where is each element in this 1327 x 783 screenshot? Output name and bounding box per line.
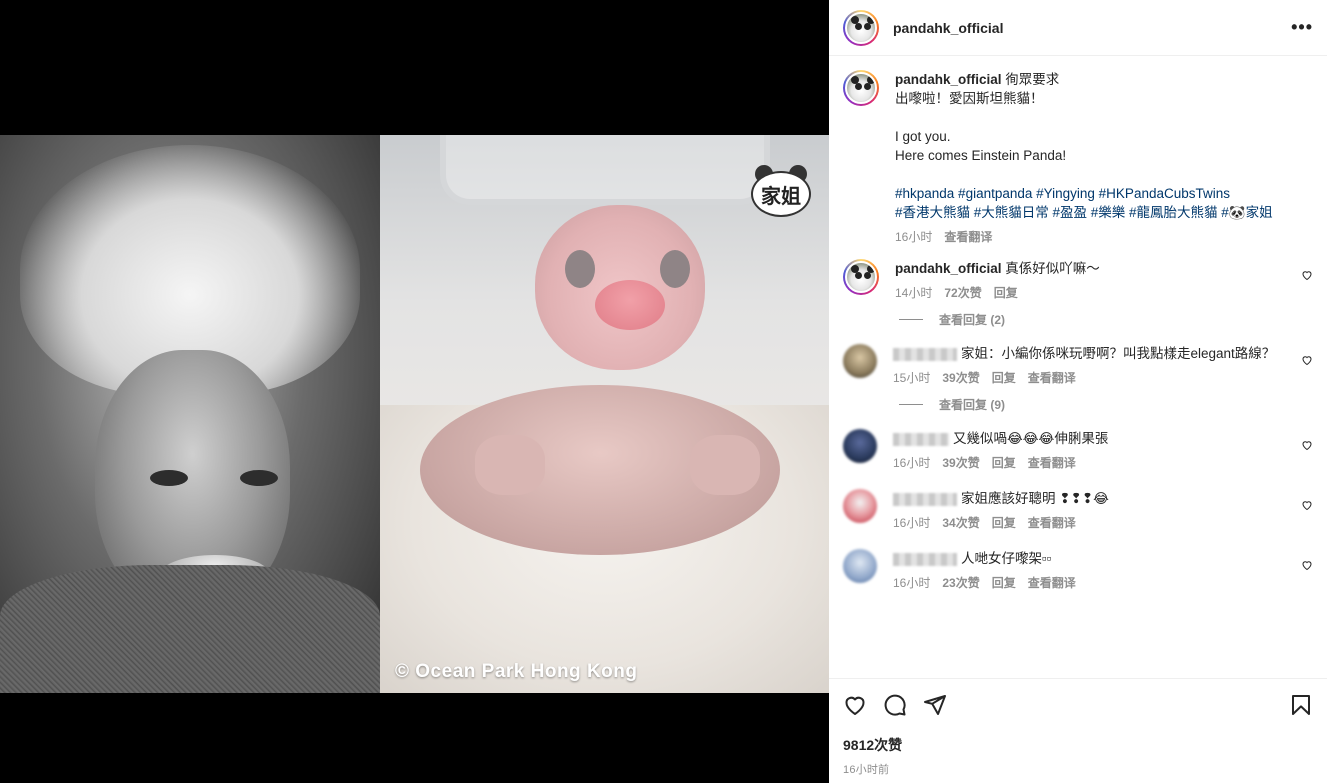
- like-heart-icon[interactable]: [1301, 354, 1313, 366]
- post-image[interactable]: 家姐 © Ocean Park Hong Kong: [0, 135, 829, 693]
- media-pane: 家姐 © Ocean Park Hong Kong: [0, 0, 829, 783]
- comment: 家姐應該好聰明 ❢❢❢😂 16小时 34次赞 回复 查看翻译: [843, 489, 1313, 531]
- caption: pandahk_official 徇眾要求 出嚟啦！愛因斯坦熊貓！ I got …: [843, 70, 1313, 245]
- side-panel: pandahk_official ••• pandahk_official 徇眾…: [829, 0, 1327, 783]
- comment: 人哋女仔嚟架▫▫ 16小时 23次赞 回复 查看翻译: [843, 549, 1313, 591]
- panda-cub-photo: 家姐: [380, 135, 829, 693]
- avatar[interactable]: [843, 489, 877, 523]
- comment-bubble-icon[interactable]: [883, 693, 907, 717]
- timestamp[interactable]: 14小时: [895, 284, 932, 301]
- caption-line: 徇眾要求: [1005, 72, 1060, 87]
- likes-count[interactable]: 39次赞: [942, 454, 979, 471]
- comment-username-blurred[interactable]: [893, 432, 949, 446]
- reply-button[interactable]: 回复: [992, 369, 1016, 386]
- timestamp[interactable]: 16小时: [895, 228, 932, 245]
- comment: pandahk_official 真係好似吖嘛～ 14小时 72次赞 回复: [843, 259, 1313, 301]
- image-watermark: © Ocean Park Hong Kong: [395, 661, 638, 682]
- likes-count[interactable]: 39次赞: [942, 369, 979, 386]
- comment-text: 家姐應該好聰明 ❢❢❢😂: [961, 491, 1109, 506]
- translate-link[interactable]: 查看翻译: [1028, 369, 1076, 386]
- panda-avatar-icon: [845, 11, 877, 44]
- comment-text: 又幾似喎😂😂😂伸脷果張: [953, 431, 1109, 446]
- caption-line: Here comes Einstein Panda!: [895, 148, 1067, 163]
- timestamp[interactable]: 16小时: [893, 514, 930, 531]
- comment-text: 真係好似吖嘛～: [1005, 261, 1100, 276]
- translate-link[interactable]: 查看翻译: [1028, 574, 1076, 591]
- caption-username[interactable]: pandahk_official: [895, 72, 1002, 87]
- bookmark-icon[interactable]: [1289, 693, 1313, 717]
- hashtags[interactable]: #hkpanda #giantpanda #Yingying #HKPandaC…: [895, 186, 1230, 201]
- hashtags[interactable]: #香港大熊貓 #大熊貓日常 #盈盈 #樂樂 #龍鳳胎大熊貓 #🐼家姐: [895, 205, 1273, 220]
- comment-text: 人哋女仔嚟架▫▫: [961, 551, 1052, 566]
- reply-button[interactable]: 回复: [992, 574, 1016, 591]
- comment-username[interactable]: pandahk_official: [895, 261, 1002, 276]
- post-timestamp[interactable]: 16小时前: [843, 761, 1313, 777]
- translate-link[interactable]: 查看翻译: [1028, 514, 1076, 531]
- timestamp[interactable]: 16小时: [893, 574, 930, 591]
- likes-count[interactable]: 23次赞: [942, 574, 979, 591]
- timestamp[interactable]: 16小时: [893, 454, 930, 471]
- reply-button[interactable]: 回复: [994, 284, 1018, 301]
- view-replies-button[interactable]: 查看回复 (9): [899, 396, 1313, 413]
- caption-line: I got you.: [895, 129, 951, 144]
- avatar[interactable]: [843, 9, 879, 46]
- comments-list[interactable]: pandahk_official 徇眾要求 出嚟啦！愛因斯坦熊貓！ I got …: [829, 56, 1327, 678]
- comment-username-blurred[interactable]: [893, 552, 957, 566]
- like-heart-icon[interactable]: [1301, 559, 1313, 571]
- panda-badge: 家姐: [751, 165, 811, 217]
- avatar[interactable]: [843, 70, 879, 106]
- likes-count[interactable]: 72次赞: [944, 284, 981, 301]
- post-header: pandahk_official •••: [829, 0, 1327, 56]
- avatar[interactable]: [843, 549, 877, 583]
- comment: 家姐：小編你係咪玩嘢啊？叫我點樣走elegant路線？ 15小时 39次赞 回复…: [843, 344, 1313, 386]
- badge-label: 家姐: [751, 171, 811, 217]
- likes-count[interactable]: 34次赞: [942, 514, 979, 531]
- comment-username-blurred[interactable]: [893, 347, 957, 361]
- translate-link[interactable]: 查看翻译: [1028, 454, 1076, 471]
- einstein-photo: [0, 135, 380, 693]
- reply-button[interactable]: 回复: [992, 454, 1016, 471]
- like-heart-icon[interactable]: [1301, 499, 1313, 511]
- likes-count[interactable]: 9812次赞: [843, 735, 1313, 755]
- comment-username-blurred[interactable]: [893, 492, 957, 506]
- avatar[interactable]: [843, 259, 879, 295]
- like-heart-icon[interactable]: [843, 693, 867, 717]
- more-options-icon[interactable]: •••: [1291, 17, 1313, 38]
- header-username[interactable]: pandahk_official: [893, 20, 1003, 36]
- post-viewer: 家姐 © Ocean Park Hong Kong pandahk_offici…: [0, 0, 1327, 783]
- comment: 又幾似喎😂😂😂伸脷果張 16小时 39次赞 回复 查看翻译: [843, 429, 1313, 471]
- like-heart-icon[interactable]: [1301, 269, 1313, 281]
- like-heart-icon[interactable]: [1301, 439, 1313, 451]
- share-send-icon[interactable]: [923, 693, 947, 717]
- avatar[interactable]: [843, 344, 877, 378]
- translate-link[interactable]: 查看翻译: [944, 228, 992, 245]
- caption-line: 出嚟啦！愛因斯坦熊貓！: [895, 91, 1044, 106]
- post-actions: 9812次赞 16小时前: [829, 678, 1327, 783]
- timestamp[interactable]: 15小时: [893, 369, 930, 386]
- comment-text: 家姐：小編你係咪玩嘢啊？叫我點樣走elegant路線？: [961, 346, 1276, 361]
- view-replies-button[interactable]: 查看回复 (2): [899, 311, 1313, 328]
- reply-button[interactable]: 回复: [992, 514, 1016, 531]
- avatar[interactable]: [843, 429, 877, 463]
- panda-avatar-icon: [845, 72, 877, 104]
- panda-avatar-icon: [845, 261, 877, 293]
